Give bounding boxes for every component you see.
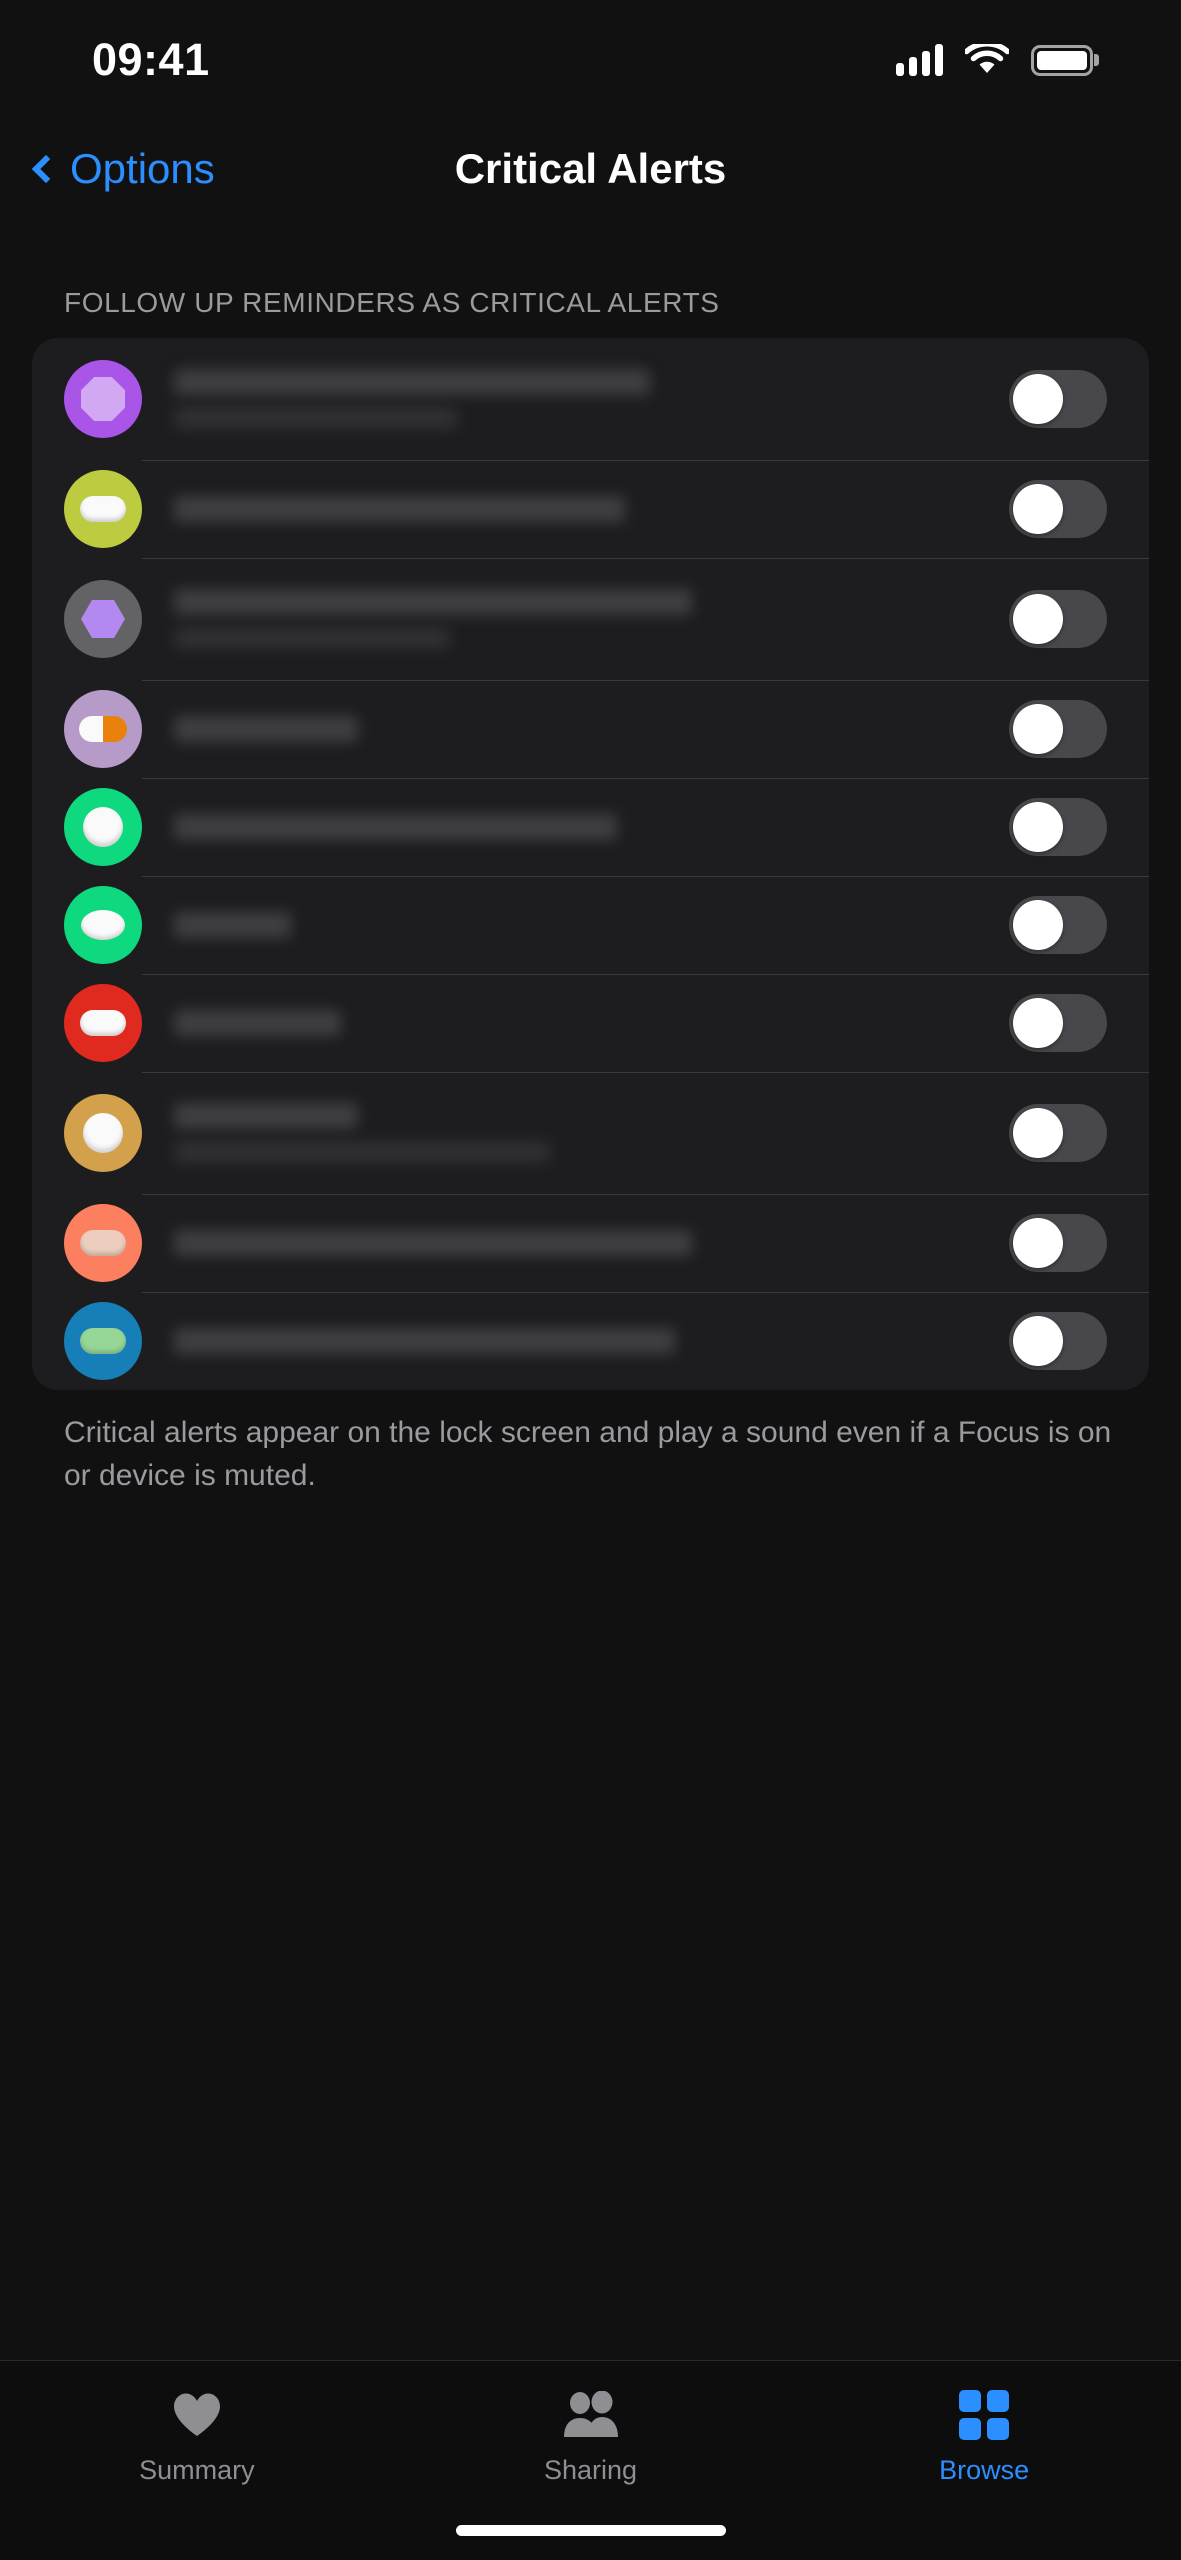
toggle-knob [1013,704,1063,754]
phone-screen: 09:41 Options Critical Alerts FOLLOW UP … [0,0,1181,2560]
tab-bar: Summary Sharing Browse [0,2360,1181,2560]
toggle-knob [1013,1316,1063,1366]
medication-detail-redacted [174,627,450,649]
wifi-icon [965,44,1009,73]
critical-alert-toggle[interactable] [1009,1312,1107,1370]
medication-row[interactable] [32,778,1149,876]
medication-row[interactable] [32,974,1149,1072]
section-footer-note: Critical alerts appear on the lock scree… [64,1416,1112,1492]
medication-name-redacted [174,912,291,938]
critical-alert-toggle[interactable] [1009,798,1107,856]
pill-shape-tablet [83,807,123,847]
medication-name-redacted [174,1010,341,1036]
medication-icon-gray-hexagon [64,580,142,658]
status-icons [896,44,1093,76]
grid-squares-icon [958,2389,1010,2441]
toggle-knob [1013,900,1063,950]
medication-label-redacted [174,496,1009,522]
toggle-knob [1013,484,1063,534]
tab-summary-label: Summary [139,2455,255,2485]
medication-icon-green-oval [64,886,142,964]
toggle-knob [1013,374,1063,424]
medication-row[interactable] [32,680,1149,778]
medication-label-redacted [174,1230,1009,1256]
medication-row[interactable] [32,1072,1149,1194]
pill-shape-capsule [80,1010,126,1036]
medication-name-redacted [174,1103,358,1129]
medication-icon-blue-capsule-green [64,1302,142,1380]
medication-icon-green-tablet [64,788,142,866]
toggle-knob [1013,1108,1063,1158]
critical-alert-toggle[interactable] [1009,590,1107,648]
tab-browse-label: Browse [939,2455,1030,2485]
pill-shape-capsule-split [79,716,127,742]
tab-summary[interactable]: Summary [0,2389,394,2486]
section-header: FOLLOW UP REMINDERS AS CRITICAL ALERTS [64,287,720,318]
medication-icon-lime-capsule [64,470,142,548]
medication-detail-redacted [174,1141,550,1163]
critical-alert-toggle[interactable] [1009,994,1107,1052]
medication-icon-coral-capsule [64,1204,142,1282]
pill-shape-capsule [80,496,126,522]
medication-detail-redacted [174,407,458,429]
tab-sharing-label: Sharing [543,2455,638,2485]
toggle-knob [1013,802,1063,852]
medication-label-redacted [174,369,1009,429]
critical-alert-toggle[interactable] [1009,1104,1107,1162]
medication-icon-lavender-capsule-orange [64,690,142,768]
medication-label-redacted [174,1328,1009,1354]
medication-row[interactable] [32,460,1149,558]
medication-name-redacted [174,1230,692,1256]
medication-row[interactable] [32,1292,1149,1390]
medication-name-redacted [174,814,617,840]
critical-alert-toggle[interactable] [1009,370,1107,428]
medication-icon-gold-tablet [64,1094,142,1172]
medication-label-redacted [174,814,1009,840]
medication-name-redacted [174,589,692,615]
medication-name-redacted [174,496,625,522]
pill-shape-oval [81,910,125,940]
heart-icon [172,2389,222,2441]
toggle-knob [1013,594,1063,644]
toggle-knob [1013,1218,1063,1268]
medication-name-redacted [174,369,650,395]
medication-list [32,338,1149,1390]
critical-alert-toggle[interactable] [1009,896,1107,954]
critical-alert-toggle[interactable] [1009,1214,1107,1272]
pill-shape-octagon [81,377,125,421]
medication-row[interactable] [32,1194,1149,1292]
status-bar: 09:41 [0,0,1181,120]
pill-shape-tablet [83,1113,123,1153]
medication-label-redacted [174,1010,1009,1036]
navigation-bar: Options Critical Alerts [0,120,1181,218]
battery-full-icon [1031,44,1093,76]
tab-sharing[interactable]: Sharing [394,2389,788,2486]
toggle-knob [1013,998,1063,1048]
medication-row[interactable] [32,876,1149,974]
medication-row[interactable] [32,338,1149,460]
home-indicator [455,2525,726,2536]
medication-label-redacted [174,912,1009,938]
medication-label-redacted [174,589,1009,649]
tab-browse[interactable]: Browse [787,2389,1181,2486]
medication-icon-purple-octagon [64,360,142,438]
people-icon [561,2389,621,2441]
medication-row[interactable] [32,558,1149,680]
pill-shape-capsule [80,1230,126,1256]
pill-shape-hexagon [81,600,125,638]
page-title: Critical Alerts [454,145,727,192]
medication-icon-red-capsule [64,984,142,1062]
medication-name-redacted [174,716,358,742]
critical-alert-toggle[interactable] [1009,480,1107,538]
medication-label-redacted [174,1103,1009,1163]
critical-alert-toggle[interactable] [1009,700,1107,758]
status-time: 09:41 [92,34,210,85]
cellular-bars-icon [896,44,943,76]
medication-label-redacted [174,716,1009,742]
pill-shape-capsule [80,1328,126,1354]
medication-name-redacted [174,1328,675,1354]
